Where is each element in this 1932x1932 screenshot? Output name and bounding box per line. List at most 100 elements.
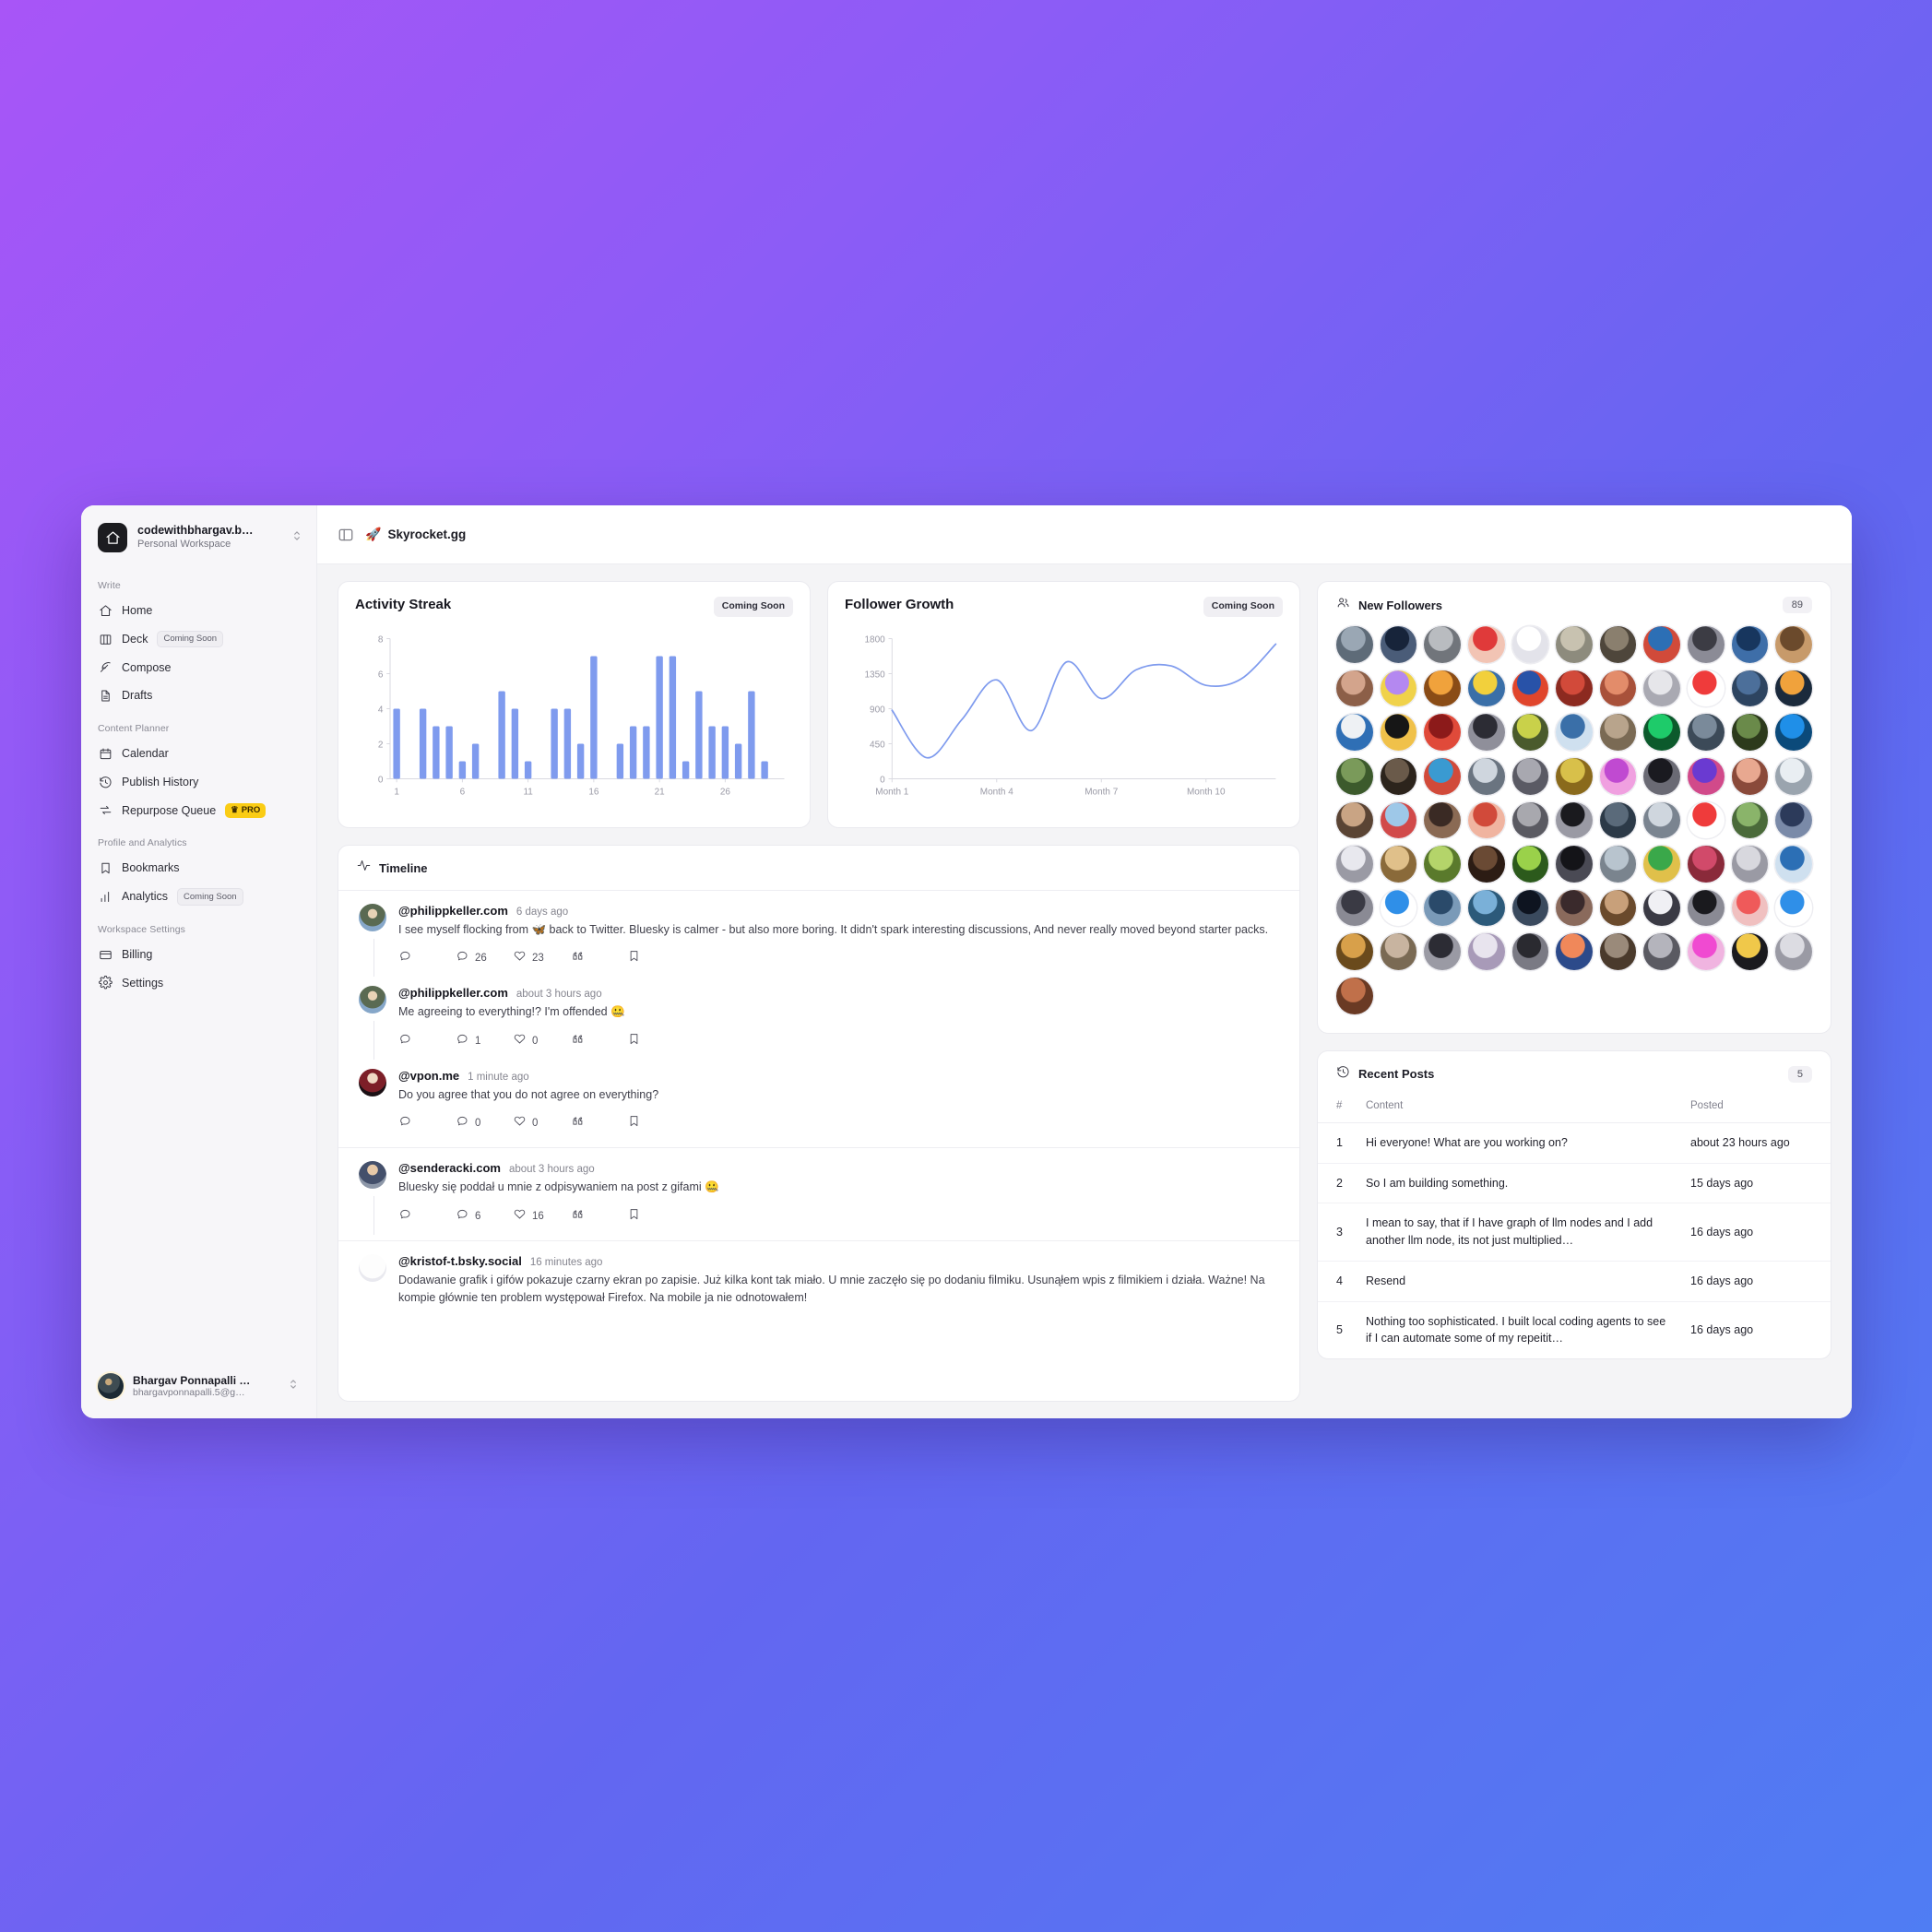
follower-avatar[interactable]	[1599, 933, 1637, 971]
bookmark-button[interactable]	[627, 1032, 684, 1050]
heart-button[interactable]: 23	[513, 949, 570, 967]
follower-avatar[interactable]	[1336, 978, 1373, 1014]
follower-avatar[interactable]	[1643, 626, 1681, 663]
avatar[interactable]	[359, 1161, 386, 1190]
bookmark-button[interactable]	[627, 949, 684, 967]
follower-avatar[interactable]	[1556, 933, 1593, 971]
follower-avatar[interactable]	[1380, 889, 1417, 927]
quote-button[interactable]	[570, 949, 627, 967]
timeline-post[interactable]: @senderacki.com about 3 hours ago Bluesky …	[338, 1148, 1299, 1235]
follower-avatar[interactable]	[1336, 889, 1373, 927]
sidebar-item-drafts[interactable]: Drafts	[90, 682, 307, 710]
follower-avatar[interactable]	[1336, 846, 1373, 883]
follower-avatar[interactable]	[1775, 757, 1812, 795]
post-author-handle[interactable]: @kristof-t.bsky.social	[398, 1254, 522, 1268]
follower-avatar[interactable]	[1424, 714, 1461, 751]
follower-avatar[interactable]	[1380, 626, 1417, 663]
follower-avatar[interactable]	[1556, 714, 1593, 751]
follower-avatar[interactable]	[1467, 846, 1505, 883]
follower-avatar[interactable]	[1556, 626, 1593, 663]
follower-avatar[interactable]	[1688, 714, 1725, 751]
user-account-switcher[interactable]: Bhargav Ponnapalli … bhargavponnapalli.5…	[90, 1367, 307, 1405]
post-author-handle[interactable]: @vpon.me	[398, 1069, 459, 1083]
follower-avatar[interactable]	[1424, 801, 1461, 839]
comment-count-button[interactable]: 0	[456, 1114, 513, 1132]
reply-button[interactable]	[398, 1207, 456, 1226]
follower-avatar[interactable]	[1336, 626, 1373, 663]
follower-avatar[interactable]	[1599, 801, 1637, 839]
follower-avatar[interactable]	[1424, 626, 1461, 663]
follower-avatar[interactable]	[1556, 801, 1593, 839]
table-row[interactable]: 3I mean to say, that if I have graph of …	[1318, 1203, 1831, 1262]
table-row[interactable]: 2 So I am building something. 15 days ago	[1318, 1163, 1831, 1204]
follower-avatar[interactable]	[1731, 714, 1769, 751]
follower-avatar[interactable]	[1511, 714, 1549, 751]
heart-button[interactable]: 16	[513, 1207, 570, 1226]
follower-avatar[interactable]	[1688, 757, 1725, 795]
follower-avatar[interactable]	[1731, 626, 1769, 663]
follower-avatar[interactable]	[1336, 801, 1373, 839]
comment-count-button[interactable]: 1	[456, 1032, 513, 1050]
sidebar-item-calendar[interactable]: Calendar	[90, 740, 307, 768]
follower-avatar[interactable]	[1467, 757, 1505, 795]
follower-avatar[interactable]	[1511, 933, 1549, 971]
follower-avatar[interactable]	[1336, 757, 1373, 795]
follower-avatar[interactable]	[1688, 933, 1725, 971]
follower-avatar[interactable]	[1511, 757, 1549, 795]
sidebar-item-billing[interactable]: Billing	[90, 941, 307, 969]
sidebar-toggle-icon[interactable]	[338, 527, 354, 543]
follower-avatar[interactable]	[1643, 670, 1681, 707]
follower-avatar[interactable]	[1643, 933, 1681, 971]
follower-avatar[interactable]	[1511, 801, 1549, 839]
bookmark-button[interactable]	[627, 1207, 684, 1226]
follower-avatar[interactable]	[1775, 714, 1812, 751]
timeline-post[interactable]: @philippkeller.com 6 days ago I see myself…	[338, 891, 1299, 978]
quote-button[interactable]	[570, 1114, 627, 1132]
table-row[interactable]: 5 Nothing too sophisticated. I built loca…	[1318, 1301, 1831, 1358]
sidebar-item-analytics[interactable]: Analytics Coming Soon	[90, 883, 307, 911]
workspace-switcher[interactable]: codewithbhargav.b… Personal Workspace	[81, 505, 316, 567]
follower-avatar[interactable]	[1688, 889, 1725, 927]
follower-avatar[interactable]	[1380, 670, 1417, 707]
follower-avatar[interactable]	[1380, 801, 1417, 839]
follower-avatar[interactable]	[1775, 889, 1812, 927]
timeline-post[interactable]: @vpon.me 1 minute ago Do you agree that yo…	[338, 1056, 1299, 1138]
follower-avatar[interactable]	[1467, 889, 1505, 927]
post-author-handle[interactable]: @senderacki.com	[398, 1161, 501, 1175]
follower-avatar[interactable]	[1424, 933, 1461, 971]
follower-avatar[interactable]	[1599, 757, 1637, 795]
follower-avatar[interactable]	[1380, 757, 1417, 795]
follower-avatar[interactable]	[1467, 626, 1505, 663]
comment-count-button[interactable]: 26	[456, 949, 513, 967]
timeline-post[interactable]: @philippkeller.com about 3 hours ago Me ag…	[338, 973, 1299, 1061]
reply-button[interactable]	[398, 949, 456, 967]
follower-avatar[interactable]	[1775, 933, 1812, 971]
follower-avatar[interactable]	[1599, 889, 1637, 927]
follower-avatar[interactable]	[1511, 626, 1549, 663]
follower-avatar[interactable]	[1599, 626, 1637, 663]
follower-avatar[interactable]	[1643, 889, 1681, 927]
follower-avatar[interactable]	[1688, 846, 1725, 883]
sidebar-item-publish-history[interactable]: Publish History	[90, 768, 307, 797]
bookmark-button[interactable]	[627, 1114, 684, 1132]
follower-avatar[interactable]	[1424, 889, 1461, 927]
follower-avatar[interactable]	[1467, 670, 1505, 707]
sidebar-item-deck[interactable]: Deck Coming Soon	[90, 625, 307, 654]
follower-avatar[interactable]	[1556, 846, 1593, 883]
follower-avatar[interactable]	[1688, 670, 1725, 707]
follower-avatar[interactable]	[1731, 889, 1769, 927]
follower-avatar[interactable]	[1775, 626, 1812, 663]
follower-avatar[interactable]	[1467, 801, 1505, 839]
quote-button[interactable]	[570, 1032, 627, 1050]
follower-avatar[interactable]	[1643, 846, 1681, 883]
table-row[interactable]: 1 Hi everyone! What are you working on? ab…	[1318, 1122, 1831, 1164]
follower-avatar[interactable]	[1643, 801, 1681, 839]
follower-avatar[interactable]	[1380, 714, 1417, 751]
follower-avatar[interactable]	[1599, 670, 1637, 707]
avatar[interactable]	[359, 1253, 386, 1282]
follower-avatar[interactable]	[1424, 846, 1461, 883]
follower-avatar[interactable]	[1467, 933, 1505, 971]
reply-button[interactable]	[398, 1032, 456, 1050]
timeline-post[interactable]: @kristof-t.bsky.social 16 minutes ago Doda…	[338, 1241, 1299, 1313]
follower-avatar[interactable]	[1731, 801, 1769, 839]
